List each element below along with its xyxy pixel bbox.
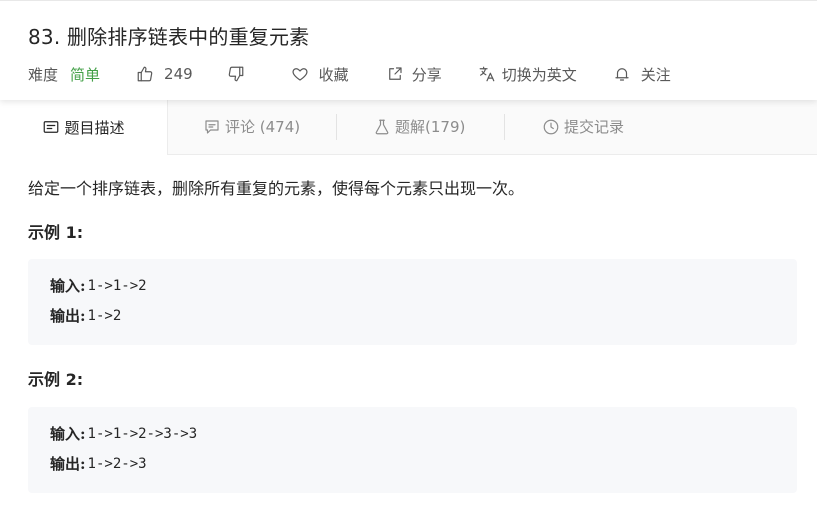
tab-comments[interactable]: 评论 (474) [203, 99, 300, 154]
tab-comments-label: 评论 (474) [225, 118, 301, 136]
tab-bar: 题目描述 评论 (474) 题解(179) 提交记录 [0, 99, 817, 155]
clock-icon [543, 119, 559, 134]
thumbs-down-icon [228, 66, 244, 82]
dislike-button[interactable] [227, 65, 245, 83]
tab-submissions[interactable]: 提交记录 [542, 99, 624, 154]
tab-submissions-label: 提交记录 [564, 118, 625, 136]
tab-divider [504, 114, 505, 140]
difficulty-badge: 简单 [70, 65, 101, 84]
follow-button[interactable]: 关注 [613, 64, 671, 85]
output-value: 1->2 [87, 307, 122, 324]
share-label: 分享 [411, 65, 442, 84]
tab-solutions-label: 题解(179) [395, 118, 466, 136]
difficulty-label: 难度 [28, 65, 59, 84]
input-value: 1->1->2 [87, 277, 147, 294]
example-input-line: 输入: 1->1->2 [50, 275, 147, 296]
tab-description-label: 题目描述 [64, 118, 125, 137]
input-value: 1->1->2->3->3 [87, 425, 198, 442]
thumbs-up-icon [137, 66, 153, 82]
follow-label: 关注 [640, 65, 671, 84]
switch-language-label: 切换为英文 [501, 65, 577, 84]
translate-icon [479, 66, 495, 82]
output-label: 输出: [50, 455, 86, 473]
share-button[interactable]: 分享 [386, 64, 442, 85]
example-title: 示例 1: [28, 223, 84, 242]
input-label: 输入: [50, 425, 86, 443]
description-icon [44, 121, 59, 133]
heart-icon [292, 68, 308, 81]
example-title: 示例 2: [28, 370, 84, 389]
comment-icon [205, 119, 219, 134]
like-button[interactable]: 249 [136, 65, 193, 83]
example-block: 输入: 1->1->2->3->3 输出: 1->2->3 [28, 407, 797, 493]
example-block: 输入: 1->1->2 输出: 1->2 [28, 259, 797, 345]
problem-meta-bar: 难度 简单 249 收藏 分享 切换为英文 关注 [28, 61, 671, 87]
input-label: 输入: [50, 277, 86, 295]
switch-language-button[interactable]: 切换为英文 [478, 64, 577, 85]
favorite-button[interactable]: 收藏 [291, 64, 349, 85]
example-output-line: 输出: 1->2->3 [50, 453, 147, 474]
favorite-label: 收藏 [318, 65, 349, 84]
like-count: 249 [164, 65, 193, 83]
share-icon [388, 67, 402, 80]
output-label: 输出: [50, 307, 86, 325]
flask-icon [375, 119, 389, 134]
output-value: 1->2->3 [87, 455, 147, 472]
tab-solutions[interactable]: 题解(179) [373, 99, 465, 154]
tab-description[interactable]: 题目描述 [0, 99, 168, 155]
tab-divider [336, 114, 337, 140]
problem-description: 给定一个排序链表，删除所有重复的元素，使得每个元素只出现一次。 [28, 179, 525, 198]
example-output-line: 输出: 1->2 [50, 305, 121, 326]
problem-header: 83. 删除排序链表中的重复元素 难度 简单 249 收藏 分享 切换为英文 关… [0, 0, 817, 100]
problem-title: 83. 删除排序链表中的重复元素 [28, 25, 310, 49]
bell-icon [615, 68, 629, 81]
example-input-line: 输入: 1->1->2->3->3 [50, 423, 197, 444]
